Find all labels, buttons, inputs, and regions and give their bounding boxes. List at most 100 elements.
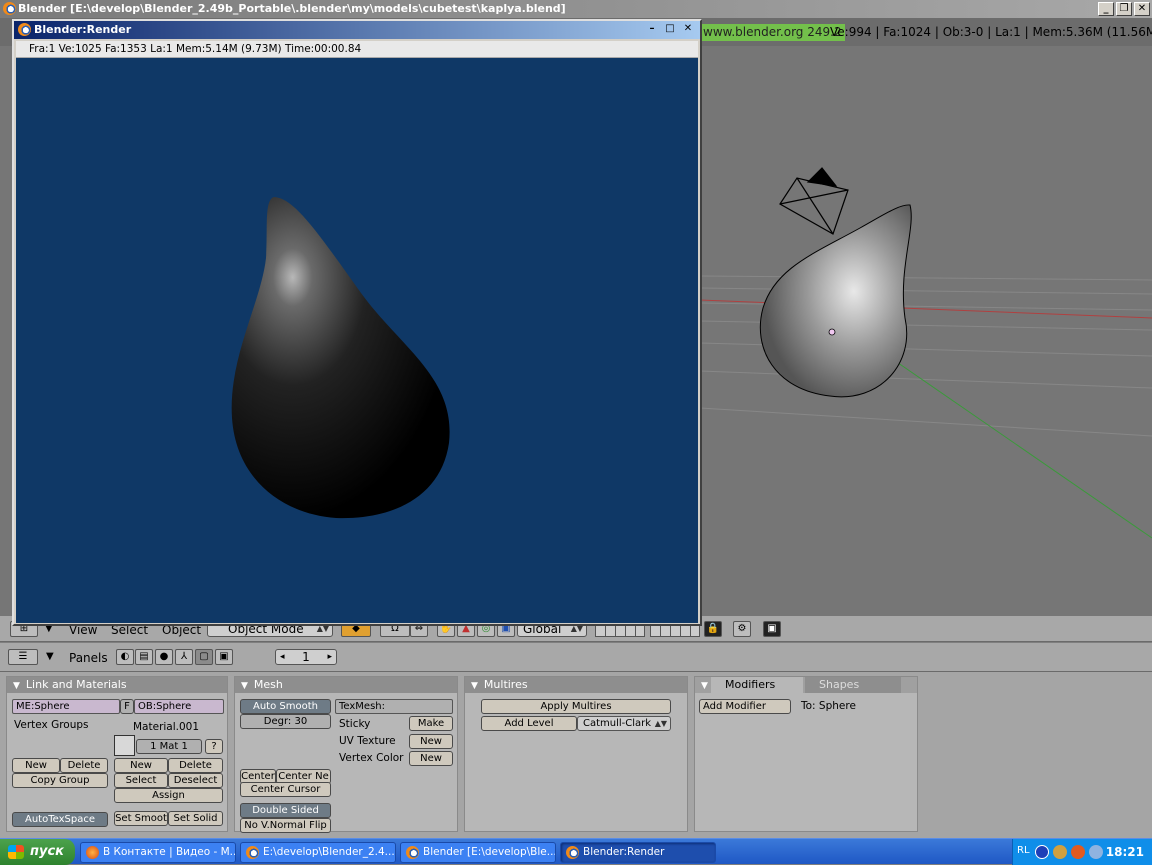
material-assign-button[interactable]: Assign — [114, 788, 223, 803]
set-smooth-button[interactable]: Set Smoot — [114, 811, 168, 826]
panel-mesh-header[interactable]: ▼ Mesh — [235, 677, 457, 693]
double-sided-toggle[interactable]: Double Sided — [240, 803, 331, 818]
sticky-label: Sticky — [339, 718, 371, 730]
material-deselect-button[interactable]: Deselect — [168, 773, 223, 788]
main-window-title: Blender [E:\develop\Blender_2.49b_Portab… — [18, 2, 566, 15]
snap-icon[interactable]: ⚙ — [733, 621, 751, 637]
object-name-field[interactable]: OB:Sphere — [134, 699, 224, 714]
tray-icon-1[interactable] — [1035, 845, 1049, 859]
material-color-swatch[interactable] — [114, 735, 135, 756]
shading-icon[interactable]: ● — [155, 649, 173, 665]
windows-flag-icon — [8, 845, 24, 859]
object-origin-dot — [828, 328, 836, 336]
task-explorer[interactable]: E:\develop\Blender_2.4... — [240, 842, 396, 863]
set-solid-button[interactable]: Set Solid — [168, 811, 223, 826]
script-icon[interactable]: ▤ — [135, 649, 153, 665]
taskbar: пуск В Контакте | Видео - М... E:\develo… — [0, 838, 1152, 865]
task-blender-main[interactable]: Blender [E:\develop\Ble... — [400, 842, 556, 863]
material-select-button[interactable]: Select — [114, 773, 168, 788]
fake-user-button[interactable]: F — [120, 699, 134, 714]
maximize-button[interactable]: ❐ — [1116, 2, 1132, 16]
scene-stats: Ve:994 | Fa:1024 | Ob:3-0 | La:1 | Mem:5… — [830, 25, 1152, 39]
render-window-title: Blender:Render — [34, 23, 132, 36]
task-browser[interactable]: В Контакте | Видео - М... — [80, 842, 236, 863]
vgroup-delete-button[interactable]: Delete — [60, 758, 108, 773]
center-cursor-button[interactable]: Center Cursor — [240, 782, 331, 797]
vgroup-new-button[interactable]: New — [12, 758, 60, 773]
render-preview-icon[interactable]: ▣ — [763, 621, 781, 637]
vertex-color-new-button[interactable]: New — [409, 751, 453, 766]
language-indicator[interactable]: RL — [1017, 845, 1030, 856]
firefox-icon — [86, 846, 99, 859]
blender-logo-icon-2 — [18, 23, 31, 36]
camera-object[interactable] — [779, 167, 849, 235]
blender-version-label[interactable]: www.blender.org 249.2 — [700, 24, 845, 41]
blender-logo-icon — [3, 2, 16, 15]
texmesh-field[interactable]: TexMesh: — [335, 699, 453, 714]
blender-task-icon-3 — [566, 846, 579, 859]
material-delete-button[interactable]: Delete — [168, 758, 223, 773]
degr-field[interactable]: Degr: 30 — [240, 714, 331, 729]
panel-mesh: ▼ Mesh Auto Smooth Degr: 30 TexMesh: Stic… — [234, 676, 458, 833]
render-canvas — [16, 58, 698, 623]
collapse-menu-icon-2[interactable]: ▼ — [46, 651, 54, 662]
panel-multires: ▼ Multires Apply Multires Add Level Catmu… — [464, 676, 688, 832]
panel-link-materials: ▼ Link and Materials ME:Sphere F OB:Spher… — [6, 676, 228, 832]
buttons-header: ☰ ▼ Panels ◐ ▤ ● ⅄ ▢ ▣ ◂ 1 ▸ — [0, 643, 1152, 672]
autotexspace-toggle[interactable]: AutoTexSpace — [12, 812, 108, 827]
auto-smooth-toggle[interactable]: Auto Smooth — [240, 699, 331, 714]
tab-shapes[interactable]: Shapes — [805, 677, 901, 693]
panel-link-materials-header[interactable]: ▼ Link and Materials — [7, 677, 227, 693]
clock: 18:21 — [1105, 845, 1144, 859]
scene-icon[interactable]: ▣ — [215, 649, 233, 665]
start-button[interactable]: пуск — [0, 839, 75, 865]
lock-icon[interactable]: 🔒 — [704, 621, 722, 637]
sphere-object[interactable] — [759, 204, 912, 398]
tray-icon-2[interactable] — [1053, 845, 1067, 859]
add-level-button[interactable]: Add Level — [481, 716, 577, 731]
main-window-titlebar[interactable]: Blender [E:\develop\Blender_2.49b_Portab… — [0, 0, 1152, 18]
frame-field[interactable]: ◂ 1 ▸ — [275, 649, 337, 665]
rendered-drop-image — [231, 197, 450, 519]
blender-task-icon-2 — [406, 846, 419, 859]
minimize-button[interactable]: _ — [1098, 2, 1114, 16]
editing-icon[interactable]: ▢ — [195, 649, 213, 665]
uv-texture-new-button[interactable]: New — [409, 734, 453, 749]
buttons-editor-icon[interactable]: ☰ — [8, 649, 38, 665]
modifier-target-label: To: Sphere — [801, 700, 856, 712]
panel-modifiers-header: ▼ Modifiers Shapes — [695, 677, 917, 693]
material-query-button[interactable]: ? — [205, 739, 223, 754]
panel-modifiers: ▼ Modifiers Shapes Add Modifier To: Sphe… — [694, 676, 918, 832]
sticky-make-button[interactable]: Make — [409, 716, 453, 731]
volume-icon[interactable] — [1089, 845, 1103, 859]
vertex-color-label: Vertex Color — [339, 752, 404, 764]
render-stats: Fra:1 Ve:1025 Fa:1353 La:1 Mem:5.14M (9.… — [16, 41, 698, 58]
tray-icon-3[interactable] — [1071, 845, 1085, 859]
copy-group-button[interactable]: Copy Group — [12, 773, 108, 788]
object-icon[interactable]: ⅄ — [175, 649, 193, 665]
render-window-titlebar[interactable]: Blender:Render – □ ✕ — [14, 21, 700, 39]
render-maximize-button[interactable]: □ — [662, 23, 678, 37]
no-vnormal-flip-toggle[interactable]: No V.Normal Flip — [240, 818, 331, 833]
tab-modifiers[interactable]: Modifiers — [711, 677, 803, 693]
vertex-groups-label: Vertex Groups — [14, 719, 89, 731]
task-blender-render[interactable]: Blender:Render — [560, 842, 716, 863]
render-minimize-button[interactable]: – — [644, 23, 660, 37]
render-close-button[interactable]: ✕ — [680, 23, 696, 37]
close-button[interactable]: ✕ — [1134, 2, 1150, 16]
buttons-panels: ▼ Link and Materials ME:Sphere F OB:Spher… — [0, 672, 1152, 838]
uv-texture-label: UV Texture — [339, 735, 396, 747]
material-new-button[interactable]: New — [114, 758, 168, 773]
panel-multires-header[interactable]: ▼ Multires — [465, 677, 687, 693]
add-modifier-button[interactable]: Add Modifier — [699, 699, 791, 714]
material-name-label: Material.001 — [133, 721, 200, 733]
blender-task-icon — [246, 846, 259, 859]
mesh-name-field[interactable]: ME:Sphere — [12, 699, 120, 714]
logic-icon[interactable]: ◐ — [116, 649, 134, 665]
material-index-field[interactable]: 1 Mat 1 — [136, 739, 202, 754]
panels-label: Panels — [69, 651, 108, 665]
system-tray: RL 18:21 — [1012, 839, 1152, 865]
render-window[interactable]: Blender:Render – □ ✕ Fra:1 Ve:1025 Fa:13… — [12, 19, 702, 626]
apply-multires-button[interactable]: Apply Multires — [481, 699, 671, 714]
subdivision-type-select[interactable]: Catmull-Clark ▲▼ — [577, 716, 671, 731]
